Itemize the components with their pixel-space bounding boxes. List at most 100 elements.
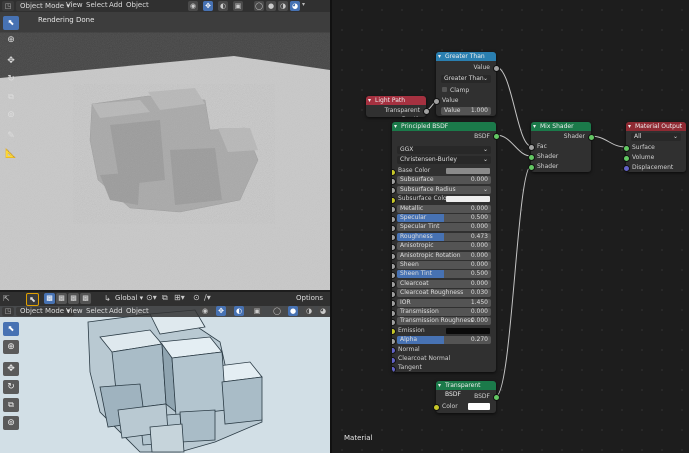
node-principled-bsdf[interactable]: Principled BSDF BSDF GGX ⌄ Christensen-Bu…: [392, 122, 496, 372]
node-light-path[interactable]: Light Path Transparent Depth: [366, 96, 426, 117]
menu-add[interactable]: Add: [109, 1, 123, 9]
falloff-icon[interactable]: ∕▾: [204, 293, 211, 302]
socket-input[interactable]: [392, 168, 396, 176]
principled-input-row[interactable]: Emission: [392, 327, 496, 335]
principled-input-row[interactable]: Specular 0.500: [392, 214, 496, 222]
principled-input-row[interactable]: Subsurface Color: [392, 195, 496, 203]
input-field[interactable]: Specular 0.500: [397, 214, 491, 222]
principled-input-row[interactable]: Alpha 0.270: [392, 336, 496, 345]
select-tool-icon[interactable]: ⬉: [3, 322, 19, 336]
rotate-tool-icon[interactable]: ↻: [3, 72, 19, 86]
socket-fac-in[interactable]: [528, 144, 535, 151]
operation-dropdown[interactable]: Greater Than ⌄: [441, 75, 491, 83]
socket-input[interactable]: [392, 365, 396, 372]
select-box-icon[interactable]: ⬉: [26, 293, 39, 306]
toolbar-toggle-icon[interactable]: ⇱: [3, 293, 13, 304]
cursor-tool-icon[interactable]: ⊕: [3, 340, 19, 354]
shading-rendered-icon[interactable]: ◕: [290, 1, 300, 11]
transform-tool-icon[interactable]: ⊚: [3, 108, 19, 122]
measure-tool-icon[interactable]: 📐: [3, 147, 19, 161]
input-field[interactable]: Subsurface Color: [392, 195, 496, 203]
principled-input-row[interactable]: Subsurface 0.000: [392, 176, 496, 185]
principled-input-row[interactable]: Anisotropic 0.000: [392, 242, 496, 251]
node-header[interactable]: Material Output: [626, 122, 686, 131]
socket-volume-in[interactable]: [623, 155, 630, 162]
socket-bsdf-out[interactable]: [493, 394, 500, 401]
mode-invert-icon[interactable]: ▩: [80, 293, 91, 304]
socket-input[interactable]: [392, 215, 396, 223]
principled-input-row[interactable]: Sheen 0.000: [392, 261, 496, 269]
input-field[interactable]: Metallic 0.000: [397, 204, 491, 213]
scale-tool-icon[interactable]: ⧉: [3, 398, 19, 412]
socket-surface-in[interactable]: [623, 145, 630, 152]
principled-input-row[interactable]: Normal: [392, 346, 496, 354]
xray-icon[interactable]: ▣: [252, 306, 262, 316]
principled-input-row[interactable]: Base Color: [392, 167, 496, 175]
socket-transparent-depth-out[interactable]: [423, 108, 430, 115]
input-field[interactable]: Transmission 0.000: [397, 308, 491, 316]
socket-value-in[interactable]: [433, 98, 440, 105]
socket-color-in[interactable]: [433, 404, 440, 411]
socket-bsdf-out[interactable]: [493, 133, 500, 140]
principled-input-row[interactable]: Metallic 0.000: [392, 204, 496, 213]
move-tool-icon[interactable]: ✥: [3, 54, 19, 68]
mode-set-icon[interactable]: ▩: [44, 293, 55, 304]
socket-value-out[interactable]: [493, 65, 500, 72]
shading-solid-icon[interactable]: ●: [288, 306, 298, 316]
color-swatch[interactable]: [468, 403, 490, 410]
principled-input-row[interactable]: Clearcoat Roughness 0.030: [392, 289, 496, 298]
snap-target-icon[interactable]: ⊞▾: [174, 293, 185, 302]
scale-tool-icon[interactable]: ⧉: [3, 90, 19, 104]
color-swatch[interactable]: [446, 327, 490, 334]
principled-input-row[interactable]: Transmission 0.000: [392, 308, 496, 316]
editor-type-icon[interactable]: ◳: [2, 1, 14, 11]
input-field[interactable]: Subsurface 0.000: [397, 176, 491, 185]
overlay-icon[interactable]: ◐: [234, 306, 244, 316]
node-header[interactable]: Principled BSDF: [392, 122, 496, 131]
distribution-dropdown[interactable]: GGX ⌄: [397, 146, 491, 154]
color-swatch[interactable]: [446, 168, 490, 174]
principled-input-row[interactable]: Transmission Roughness 0.000: [392, 317, 496, 326]
node-transparent-bsdf[interactable]: Transparent BSDF BSDF Color: [436, 381, 496, 413]
principled-input-row[interactable]: Roughness 0.473: [392, 232, 496, 241]
shading-solid-icon[interactable]: ●: [266, 1, 276, 11]
menu-object[interactable]: Object: [126, 307, 149, 315]
gizmo-icon[interactable]: ✥: [203, 1, 213, 11]
socket-input[interactable]: [392, 309, 396, 317]
rotate-tool-icon[interactable]: ↻: [3, 380, 19, 394]
move-tool-icon[interactable]: ✥: [3, 362, 19, 376]
input-field[interactable]: Specular Tint 0.000: [397, 223, 491, 232]
menu-select[interactable]: Select: [86, 1, 108, 9]
socket-shader-out[interactable]: [588, 134, 595, 141]
input-field[interactable]: Sheen 0.000: [397, 261, 491, 269]
node-header[interactable]: Light Path: [366, 96, 426, 105]
principled-input-row[interactable]: IOR 1.450: [392, 298, 496, 307]
options-dropdown[interactable]: Options ▾: [293, 293, 330, 313]
clamp-checkbox[interactable]: Clamp: [436, 86, 496, 95]
mode-extend-icon[interactable]: ▩: [56, 293, 67, 304]
input-field[interactable]: Roughness 0.473: [397, 232, 491, 241]
menu-add[interactable]: Add: [109, 307, 123, 315]
proportional-edit-icon[interactable]: ⊙: [193, 293, 200, 302]
viewport-rendered[interactable]: [0, 0, 330, 290]
input-field[interactable]: Clearcoat Roughness 0.030: [397, 289, 491, 298]
shading-wireframe-icon[interactable]: ◯: [254, 1, 264, 11]
input-field[interactable]: Anisotropic 0.000: [397, 242, 491, 251]
node-greater-than[interactable]: Greater Than Value Greater Than⌄ Clamp V…: [436, 52, 496, 116]
input-field[interactable]: Base Color: [392, 167, 496, 175]
menu-view[interactable]: View: [66, 1, 83, 9]
node-material-output[interactable]: Material Output All ⌄ Surface Volume Disp…: [626, 122, 686, 172]
visibility-icon[interactable]: ◉: [200, 306, 210, 316]
input-field[interactable]: Anisotropic Rotation 0.000: [397, 251, 491, 260]
select-tool-icon[interactable]: ⬉: [3, 16, 19, 30]
menu-select[interactable]: Select: [86, 307, 108, 315]
input-field[interactable]: IOR 1.450: [397, 298, 491, 307]
gizmo-icon[interactable]: ✥: [216, 306, 226, 316]
menu-object[interactable]: Object: [126, 1, 149, 9]
overlay-icon[interactable]: ◐: [218, 1, 228, 11]
principled-input-row[interactable]: Clearcoat Normal: [392, 355, 496, 363]
input-field[interactable]: Clearcoat Normal: [392, 355, 496, 363]
socket-input[interactable]: [392, 262, 396, 270]
socket-input[interactable]: [392, 356, 396, 364]
value-field[interactable]: Value 1.000: [441, 107, 491, 115]
